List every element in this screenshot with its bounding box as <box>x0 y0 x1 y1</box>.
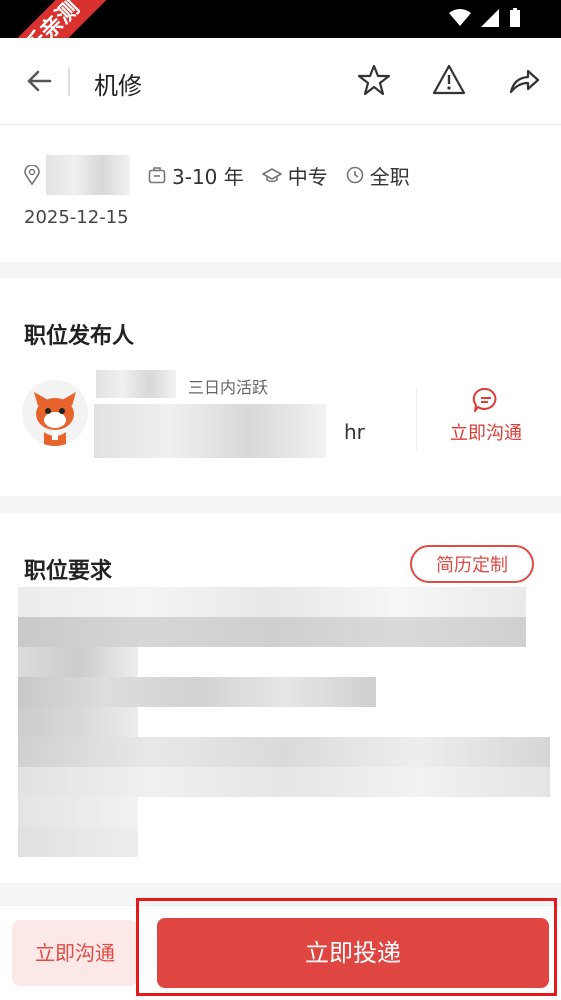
publisher-name-redacted <box>96 370 176 398</box>
report-warning-icon[interactable] <box>431 62 467 98</box>
experience-text: 3-10 年 <box>172 164 244 189</box>
signal-icon <box>481 9 499 27</box>
bottom-chat-button[interactable]: 立即沟通 <box>12 920 138 986</box>
education-text: 中专 <box>287 164 328 189</box>
post-date: 2025-12-15 <box>24 207 129 228</box>
bottom-action-bar: 立即沟通 立即投递 <box>0 898 561 1000</box>
share-icon[interactable] <box>506 62 542 98</box>
publisher-chat-label: 立即沟通 <box>450 423 522 444</box>
publisher-role: hr <box>344 420 365 444</box>
publisher-company-redacted <box>94 404 326 458</box>
publisher-chat-button[interactable]: 立即沟通 <box>448 386 524 445</box>
jobtype-meta: 全职 <box>346 161 410 190</box>
apply-button[interactable]: 立即投递 <box>157 918 549 988</box>
wifi-icon <box>449 9 471 26</box>
battery-icon <box>510 8 520 27</box>
job-info-card: 3-10 年 中专 全职 2025-12-15 <box>0 125 561 262</box>
avatar[interactable] <box>22 380 88 446</box>
experience-meta: 3-10 年 <box>148 161 244 190</box>
graduation-cap-icon <box>261 168 282 183</box>
publisher-section-title: 职位发布人 <box>24 324 135 349</box>
clock-icon <box>346 166 364 184</box>
requirements-text-redacted <box>18 587 550 857</box>
header-divider <box>68 68 70 96</box>
top-app-bar: 机修 <box>0 38 561 125</box>
location-pin-icon <box>24 165 40 185</box>
activity-status: 三日内活跃 <box>188 378 269 397</box>
publisher-card: 职位发布人 三日内活跃 hr 立即沟通 <box>0 278 561 496</box>
requirements-card: 职位要求 简历定制 <box>0 513 561 883</box>
mascot-avatar-icon <box>22 380 88 446</box>
publisher-divider <box>416 388 417 450</box>
page-title: 机修 <box>94 72 142 100</box>
location-meta <box>24 155 130 195</box>
resume-customize-button[interactable]: 简历定制 <box>410 545 534 583</box>
education-meta: 中专 <box>261 161 328 190</box>
star-icon[interactable] <box>356 62 392 98</box>
back-arrow-icon[interactable] <box>24 66 54 96</box>
requirements-section-title: 职位要求 <box>24 559 113 584</box>
chat-bubble-icon <box>472 387 497 412</box>
briefcase-icon <box>148 167 166 184</box>
location-redacted <box>46 155 130 195</box>
jobtype-text: 全职 <box>369 164 410 189</box>
